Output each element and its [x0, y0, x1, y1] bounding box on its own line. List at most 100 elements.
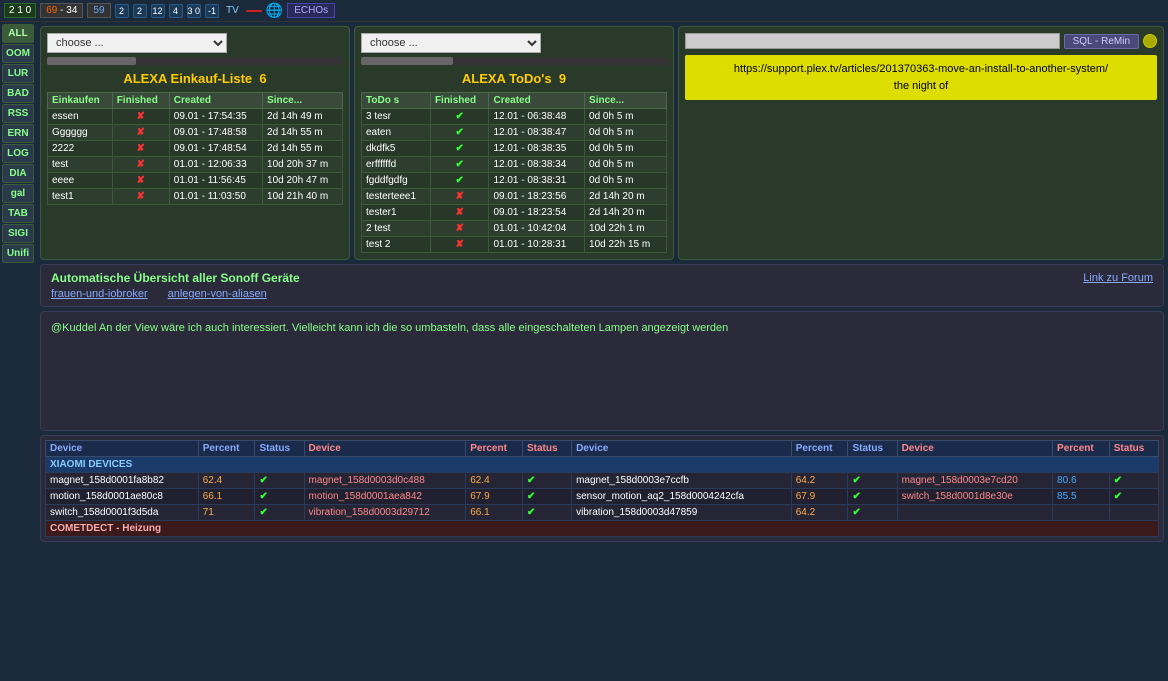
dev-col-pct4: Percent [1053, 441, 1110, 457]
progress-container-left [47, 57, 343, 65]
item-since: 0d 0h 5 m [585, 173, 667, 189]
main-content: choose ... ALEXA Einkauf-Liste 6 Einkauf… [36, 22, 1168, 681]
table-row: erffffffd ✔ 12.01 - 08:38:34 0d 0h 5 m [362, 157, 667, 173]
item-created: 12.01 - 08:38:47 [489, 125, 585, 141]
sidebar-item-bad[interactable]: BAD [2, 84, 34, 103]
item-name: 3 tesr [362, 109, 431, 125]
sql-info-box: https://support.plex.tv/articles/2013703… [685, 55, 1157, 100]
list-item: vibration_158d0003d47859 [572, 505, 792, 521]
table-row: 2222 ✘ 09.01 - 17:48:54 2d 14h 55 m [48, 141, 343, 157]
item-since: 2d 14h 49 m [263, 109, 343, 125]
item-since: 0d 0h 5 m [585, 125, 667, 141]
sql-button[interactable]: SQL - ReMin [1064, 34, 1139, 49]
sidebar-item-sigi[interactable]: SIGI [2, 224, 34, 243]
item-finished: ✔ [430, 125, 489, 141]
info-banner-link-left2[interactable]: anlegen-von-aliasen [168, 288, 267, 300]
list-item: magnet_158d0001fa8b82 [46, 473, 199, 489]
item-finished: ✘ [112, 109, 169, 125]
dev-col-device3: Device [572, 441, 792, 457]
progress-container-right [361, 57, 667, 65]
row1: choose ... ALEXA Einkauf-Liste 6 Einkauf… [40, 26, 1164, 260]
item-name: essen [48, 109, 113, 125]
device-table: Device Percent Status Device Percent Sta… [45, 440, 1159, 537]
comment-text: @Kuddel An der View wäre ich auch intere… [51, 320, 1153, 337]
temp-badge-2: 59 [87, 3, 110, 18]
item-finished: ✔ [430, 141, 489, 157]
sidebar-item-ern[interactable]: ERN [2, 124, 34, 143]
item-created: 12.01 - 08:38:35 [489, 141, 585, 157]
item-finished: ✔ [430, 157, 489, 173]
list-item: switch_158d0001d8e30e [897, 489, 1052, 505]
info-banner-link-left1[interactable]: frauen-und-iobroker [51, 288, 148, 300]
table-row: Gggggg ✘ 09.01 - 17:48:58 2d 14h 55 m [48, 125, 343, 141]
item-name: 2222 [48, 141, 113, 157]
list-item: ✔ [1109, 489, 1158, 505]
sidebar-item-rss[interactable]: RSS [2, 104, 34, 123]
item-since: 0d 0h 5 m [585, 141, 667, 157]
dev-col-pct2: Percent [466, 441, 523, 457]
list-item: ✔ [522, 505, 571, 521]
top-bar: 2 1 0 69 - 34 59 2 2 12 4 3 0 -1 TV 🌐 EC… [0, 0, 1168, 22]
list-item: ✔ [255, 473, 304, 489]
num-box-2: 2 [133, 4, 147, 18]
sidebar-item-all[interactable]: ALL [2, 24, 34, 43]
table-row: switch_158d0001f3d5da71✔vibration_158d00… [46, 505, 1159, 521]
item-created: 09.01 - 18:23:56 [489, 189, 585, 205]
globe-icon[interactable]: 🌐 [266, 2, 283, 19]
col-since-r: Since... [585, 93, 667, 109]
item-finished: ✘ [430, 205, 489, 221]
item-created: 09.01 - 17:48:54 [169, 141, 262, 157]
sidebar-item-tab[interactable]: TAB [2, 204, 34, 223]
item-created: 12.01 - 08:38:31 [489, 173, 585, 189]
table-row: COMETDECT - Heizung [46, 521, 1159, 537]
dropdown-row-left: choose ... [47, 33, 343, 53]
item-since: 0d 0h 5 m [585, 109, 667, 125]
sql-header: SQL - ReMin [685, 33, 1157, 49]
section-header: XIAOMI DEVICES [46, 457, 1159, 473]
item-created: 09.01 - 17:54:35 [169, 109, 262, 125]
item-since: 10d 22h 15 m [585, 237, 667, 253]
list-item: magnet_158d0003d0c488 [304, 473, 466, 489]
list-item: 64.2 [791, 505, 848, 521]
dev-col-pct1: Percent [198, 441, 255, 457]
alexa-left-dropdown[interactable]: choose ... [47, 33, 227, 53]
list-item: 62.4 [198, 473, 255, 489]
sidebar: ALL OOM LUR BAD RSS ERN LOG DIA gal TAB … [0, 22, 36, 681]
sidebar-item-gal[interactable]: gal [2, 184, 34, 203]
table-row: tester1 ✘ 09.01 - 18:23:54 2d 14h 20 m [362, 205, 667, 221]
item-finished: ✘ [112, 157, 169, 173]
section-header: COMETDECT - Heizung [46, 521, 1159, 537]
dev-col-status3: Status [848, 441, 897, 457]
alexa-right-dropdown[interactable]: choose ... [361, 33, 541, 53]
num-box-1: 2 [115, 4, 129, 18]
item-name: test [48, 157, 113, 173]
device-panel: Device Percent Status Device Percent Sta… [40, 435, 1164, 542]
dev-col-status2: Status [522, 441, 571, 457]
dev-col-device4: Device [897, 441, 1052, 457]
num-box-6: -1 [205, 4, 219, 18]
info-banner: Automatische Übersicht aller Sonoff Gerä… [40, 264, 1164, 307]
comment-box: @Kuddel An der View wäre ich auch intere… [40, 311, 1164, 431]
list-item: magnet_158d0003e7cd20 [897, 473, 1052, 489]
table-row: magnet_158d0001fa8b8262.4✔magnet_158d000… [46, 473, 1159, 489]
item-created: 01.01 - 11:56:45 [169, 173, 262, 189]
list-item: ✔ [255, 489, 304, 505]
info-banner-link-right[interactable]: Link zu Forum [1083, 272, 1153, 284]
table-row: test 2 ✘ 01.01 - 10:28:31 10d 22h 15 m [362, 237, 667, 253]
sidebar-item-oom[interactable]: OOM [2, 44, 34, 63]
col-created: Created [169, 93, 262, 109]
list-item: 85.5 [1053, 489, 1110, 505]
sidebar-item-lur[interactable]: LUR [2, 64, 34, 83]
item-since: 2d 14h 20 m [585, 189, 667, 205]
dev-col-device1: Device [46, 441, 199, 457]
item-finished: ✔ [430, 109, 489, 125]
sidebar-item-dia[interactable]: DIA [2, 164, 34, 183]
item-name: tester1 [362, 205, 431, 221]
num-box-4: 4 [169, 4, 183, 18]
sidebar-item-unifi[interactable]: Unifi [2, 244, 34, 263]
table-row: motion_158d0001ae80c866.1✔motion_158d000… [46, 489, 1159, 505]
sidebar-item-log[interactable]: LOG [2, 144, 34, 163]
item-name: fgddfgdfg [362, 173, 431, 189]
sql-url: https://support.plex.tv/articles/2013703… [691, 61, 1151, 78]
progress-bar-right [361, 57, 453, 65]
